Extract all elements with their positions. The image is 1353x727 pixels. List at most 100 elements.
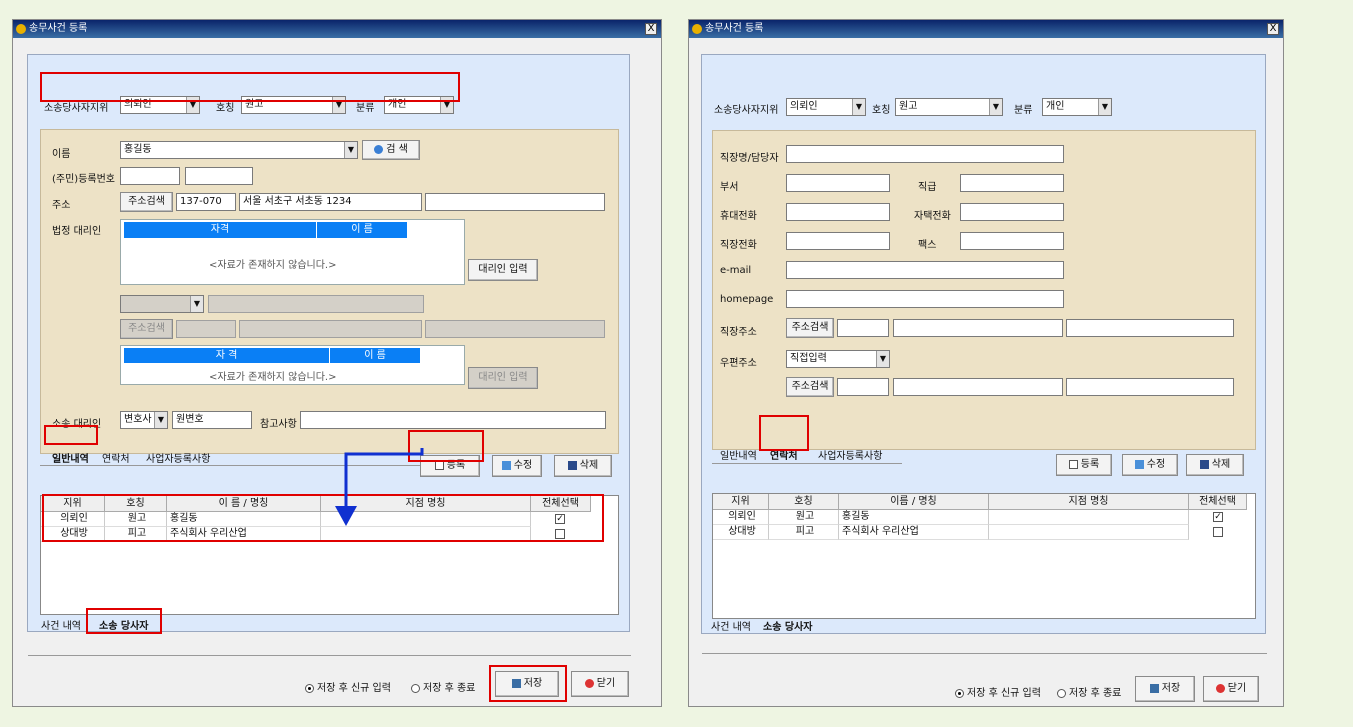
- delete-button[interactable]: 삭제: [1186, 454, 1244, 476]
- table-row-2-position[interactable]: 상대방: [713, 525, 769, 540]
- close-label: 닫기: [1227, 683, 1247, 694]
- legal-rep2-list: 자 격 이 름 <자료가 존재하지 않습니다.>: [120, 345, 465, 385]
- work-address-search-button[interactable]: 주소검색: [786, 318, 834, 338]
- rep-type-select[interactable]: 변호사 ▼: [120, 411, 168, 429]
- note-input[interactable]: [300, 411, 606, 429]
- tab-contact[interactable]: 연락처: [102, 450, 130, 465]
- rep-type-value: 변호사: [124, 414, 152, 425]
- table-row-1-name[interactable]: 홍길동: [839, 510, 989, 525]
- title-select[interactable]: 원고 ▼: [895, 98, 1003, 116]
- row-1-checkbox[interactable]: ✓: [1213, 512, 1223, 522]
- fax-input[interactable]: [960, 232, 1064, 250]
- tab-litigation-party[interactable]: 소송 당사자: [763, 618, 812, 633]
- left-close-icon[interactable]: X: [645, 23, 657, 35]
- close-button[interactable]: 닫기: [571, 671, 629, 697]
- tab-case-history[interactable]: 사건 내역: [41, 617, 81, 632]
- party-value: 의뢰인: [790, 101, 818, 112]
- address2-1-input: [239, 320, 422, 338]
- grid-col-title[interactable]: 호칭: [769, 494, 839, 510]
- tab-general[interactable]: 일반내역: [720, 447, 757, 462]
- email-label: e-mail: [720, 265, 752, 276]
- party-label: 소송당사자지위: [714, 105, 779, 116]
- reg-no-back-input[interactable]: [185, 167, 253, 185]
- grid-col-branch[interactable]: 지점 명칭: [989, 494, 1189, 510]
- legal-rep-col-qualification: 자격: [124, 222, 316, 238]
- mail-address-search-button[interactable]: 주소검색: [786, 377, 834, 397]
- address-search-button[interactable]: 주소검색: [120, 192, 173, 212]
- tab-business[interactable]: 사업자등록사항: [146, 450, 210, 465]
- annotation-top-selectors: [40, 72, 460, 102]
- work-zip-input[interactable]: [837, 319, 889, 337]
- chevron-down-icon: ▼: [1098, 99, 1111, 115]
- legal-rep2-col-qualification: 자 격: [124, 348, 329, 363]
- address2-2-input: [425, 320, 605, 338]
- radio-save-exit-label: 저장 후 종료: [1069, 688, 1122, 699]
- name-input[interactable]: 홍길동 ▼: [120, 141, 358, 159]
- work-address1-input[interactable]: [893, 319, 1063, 337]
- reg-no-label: (주민)등록번호: [52, 174, 116, 185]
- mail-zip-input[interactable]: [837, 378, 889, 396]
- table-row-2-title[interactable]: 피고: [769, 525, 839, 540]
- homepage-input[interactable]: [786, 290, 1064, 308]
- table-row-2-branch[interactable]: [989, 525, 1189, 540]
- search-button[interactable]: 검 색: [362, 140, 420, 160]
- radio-save-exit[interactable]: 저장 후 종료: [1057, 684, 1121, 699]
- mail-address2-input[interactable]: [1066, 378, 1234, 396]
- legal-rep-input-button[interactable]: 대리인 입력: [468, 259, 538, 281]
- company-label: 직장명/담당자: [720, 153, 779, 164]
- table-row-1-branch[interactable]: [989, 510, 1189, 525]
- chevron-down-icon: ▼: [190, 296, 203, 312]
- chevron-down-icon: ▼: [989, 99, 1002, 115]
- table-row-1-position[interactable]: 의뢰인: [713, 510, 769, 525]
- work-phone-input[interactable]: [786, 232, 890, 250]
- delete-label: 삭제: [579, 460, 599, 471]
- reg-no-front-input[interactable]: [120, 167, 180, 185]
- annotation-contact-tab: [759, 415, 809, 451]
- class-select[interactable]: 개인 ▼: [1042, 98, 1112, 116]
- table-row-2-name[interactable]: 주식회사 우리산업: [839, 525, 989, 540]
- close-button[interactable]: 닫기: [1203, 676, 1259, 702]
- close-door-icon: [584, 678, 594, 688]
- save-button[interactable]: 저장: [1135, 676, 1195, 702]
- left-title-bar: 송무사건 등록: [13, 20, 661, 38]
- grid-col-select-all[interactable]: 전체선택: [1189, 494, 1247, 510]
- dept-input[interactable]: [786, 174, 890, 192]
- mail-address-select[interactable]: 직접입력 ▼: [786, 350, 890, 368]
- edit-button[interactable]: 수정: [1122, 454, 1178, 476]
- work-address2-input[interactable]: [1066, 319, 1234, 337]
- zip-input[interactable]: 137-070: [176, 193, 236, 211]
- delete-button[interactable]: 삭제: [554, 455, 612, 477]
- row-2-checkbox[interactable]: [1213, 527, 1223, 537]
- radio-save-new[interactable]: 저장 후 신규 입력: [955, 684, 1041, 699]
- address2-input[interactable]: [425, 193, 605, 211]
- register-button[interactable]: 등록: [1056, 454, 1112, 476]
- delete-icon: [1199, 459, 1209, 469]
- rank-input[interactable]: [960, 174, 1064, 192]
- grid-col-position[interactable]: 지위: [713, 494, 769, 510]
- edit-button[interactable]: 수정: [492, 455, 542, 477]
- mail-address1-input[interactable]: [893, 378, 1063, 396]
- radio-save-exit[interactable]: 저장 후 종료: [411, 679, 475, 694]
- radio-on-icon: [955, 688, 964, 698]
- mobile-input[interactable]: [786, 203, 890, 221]
- legal-rep-col-name: 이 름: [317, 222, 407, 238]
- right-close-icon[interactable]: X: [1267, 23, 1279, 35]
- table-row-1-title[interactable]: 원고: [769, 510, 839, 525]
- party-select[interactable]: 의뢰인 ▼: [786, 98, 866, 116]
- party-grid: 지위 호칭 이름 / 명칭 지점 명칭 전체선택 의뢰인 원고 홍길동 ✓ 상대…: [712, 493, 1256, 619]
- grid-col-name[interactable]: 이름 / 명칭: [839, 494, 989, 510]
- register-label: 등록: [1080, 459, 1100, 470]
- rep-name-input[interactable]: 원변호: [172, 411, 252, 429]
- legal-rep2-field: [208, 295, 424, 313]
- tab-divider: [712, 463, 902, 464]
- legal-rep-list[interactable]: 자격 이 름 <자료가 존재하지 않습니다.>: [120, 219, 465, 285]
- company-input[interactable]: [786, 145, 1064, 163]
- home-phone-input[interactable]: [960, 203, 1064, 221]
- tab-general[interactable]: 일반내역: [52, 450, 89, 465]
- email-input[interactable]: [786, 261, 1064, 279]
- address1-input[interactable]: 서울 서초구 서초동 1234: [239, 193, 422, 211]
- legal-rep2-select: ▼: [120, 295, 204, 313]
- tab-business[interactable]: 사업자등록사항: [818, 447, 882, 462]
- tab-case-history[interactable]: 사건 내역: [711, 618, 751, 633]
- radio-save-new[interactable]: 저장 후 신규 입력: [305, 679, 391, 694]
